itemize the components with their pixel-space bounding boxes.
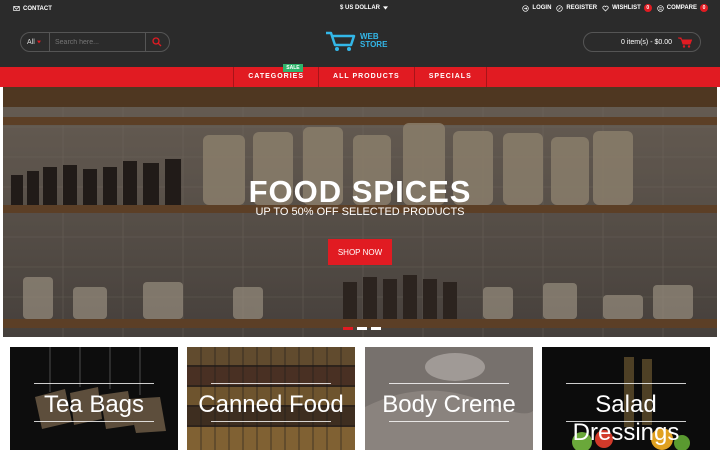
hero-banner: FOOD SPICES UP TO 50% OFF SELECTED PRODU… (3, 87, 717, 337)
slider-dot[interactable] (371, 327, 381, 330)
category-name: Tea Bags (43, 391, 145, 418)
login-link[interactable]: LOGIN (522, 4, 552, 12)
compare-icon (657, 4, 664, 12)
tile-divider (211, 383, 331, 384)
hero-subtitle: UP TO 50% OFF SELECTED PRODUCTS (255, 206, 465, 218)
cart-icon (678, 37, 692, 48)
tile-divider (389, 383, 509, 384)
currency-selector[interactable]: $ US DOLLAR (340, 5, 389, 11)
shop-now-button[interactable]: SHOP NOW (328, 239, 392, 265)
wishlist-link[interactable]: WISHLIST 0 (602, 4, 652, 12)
search-icon (151, 37, 161, 47)
cart-summary: 0 item(s) - $0.00 (621, 38, 672, 46)
wishlist-count-badge: 0 (643, 4, 652, 12)
category-name: Canned Food (198, 391, 344, 418)
tile-divider (566, 383, 686, 384)
nav-item-label: CATEGORIES (248, 73, 305, 80)
login-icon (522, 4, 530, 12)
top-bar: CONTACT $ US DOLLAR LOGIN REGISTER WISHL… (0, 0, 720, 17)
cart-button[interactable]: 0 item(s) - $0.00 (583, 32, 701, 52)
compare-count-badge: 0 (700, 4, 708, 12)
wishlist-label: WISHLIST (612, 5, 641, 11)
search-category-select[interactable]: All (21, 39, 49, 46)
tile-divider (389, 421, 509, 422)
tile-divider (566, 421, 686, 422)
category-tile-tea-bags[interactable]: Tea Bags (10, 347, 178, 450)
main-nav: CATEGORIES SALE ALL PRODUCTS SPECIALS (0, 64, 720, 87)
category-tile-canned-food[interactable]: Canned Food (187, 347, 355, 450)
nav-item-label: ALL PRODUCTS (333, 73, 400, 80)
category-tiles: Tea Bags Canned Food Body Creme Salad Dr… (0, 347, 720, 450)
tile-divider (34, 383, 154, 384)
search-category-label: All (27, 38, 35, 46)
search-input[interactable] (50, 38, 145, 46)
slider-dot[interactable] (343, 327, 353, 330)
contact-link[interactable]: CONTACT (13, 5, 52, 12)
site-header: All WEB STORE 0 item(s) - $0.00 (0, 17, 720, 67)
sale-badge: SALE (283, 64, 303, 72)
search-button[interactable] (145, 32, 167, 52)
category-tile-body-creme[interactable]: Body Creme (365, 347, 533, 450)
caret-down-icon (383, 6, 389, 10)
caret-down-icon (36, 40, 41, 44)
envelope-icon (13, 6, 20, 11)
nav-item-label: SPECIALS (428, 73, 472, 80)
slider-pagination (343, 327, 381, 330)
tile-divider (211, 421, 331, 422)
nav-item-categories[interactable]: CATEGORIES SALE (233, 64, 318, 87)
slider-dot[interactable] (357, 327, 367, 330)
currency-label: $ US DOLLAR (340, 5, 381, 11)
category-name: Salad Dressings (572, 391, 680, 446)
category-tile-salad-dressings[interactable]: Salad Dressings (542, 347, 710, 450)
search-bar: All (20, 32, 170, 52)
category-name: Body Creme (382, 391, 516, 418)
heart-icon (602, 5, 609, 11)
login-label: LOGIN (532, 5, 552, 11)
store-logo[interactable]: WEB STORE (325, 30, 387, 52)
hero-title: FOOD SPICES (248, 174, 472, 209)
compare-label: COMPARE (666, 5, 697, 11)
register-link[interactable]: REGISTER (556, 4, 598, 12)
pencil-icon (556, 4, 564, 12)
logo-text-store: STORE (360, 40, 388, 49)
nav-item-specials[interactable]: SPECIALS (413, 67, 487, 87)
nav-item-all-products[interactable]: ALL PRODUCTS (318, 67, 414, 87)
register-label: REGISTER (566, 5, 598, 11)
shopping-cart-logo-icon (326, 31, 356, 51)
contact-label: CONTACT (23, 5, 52, 12)
compare-link[interactable]: COMPARE 0 (657, 4, 708, 12)
tile-divider (34, 421, 154, 422)
